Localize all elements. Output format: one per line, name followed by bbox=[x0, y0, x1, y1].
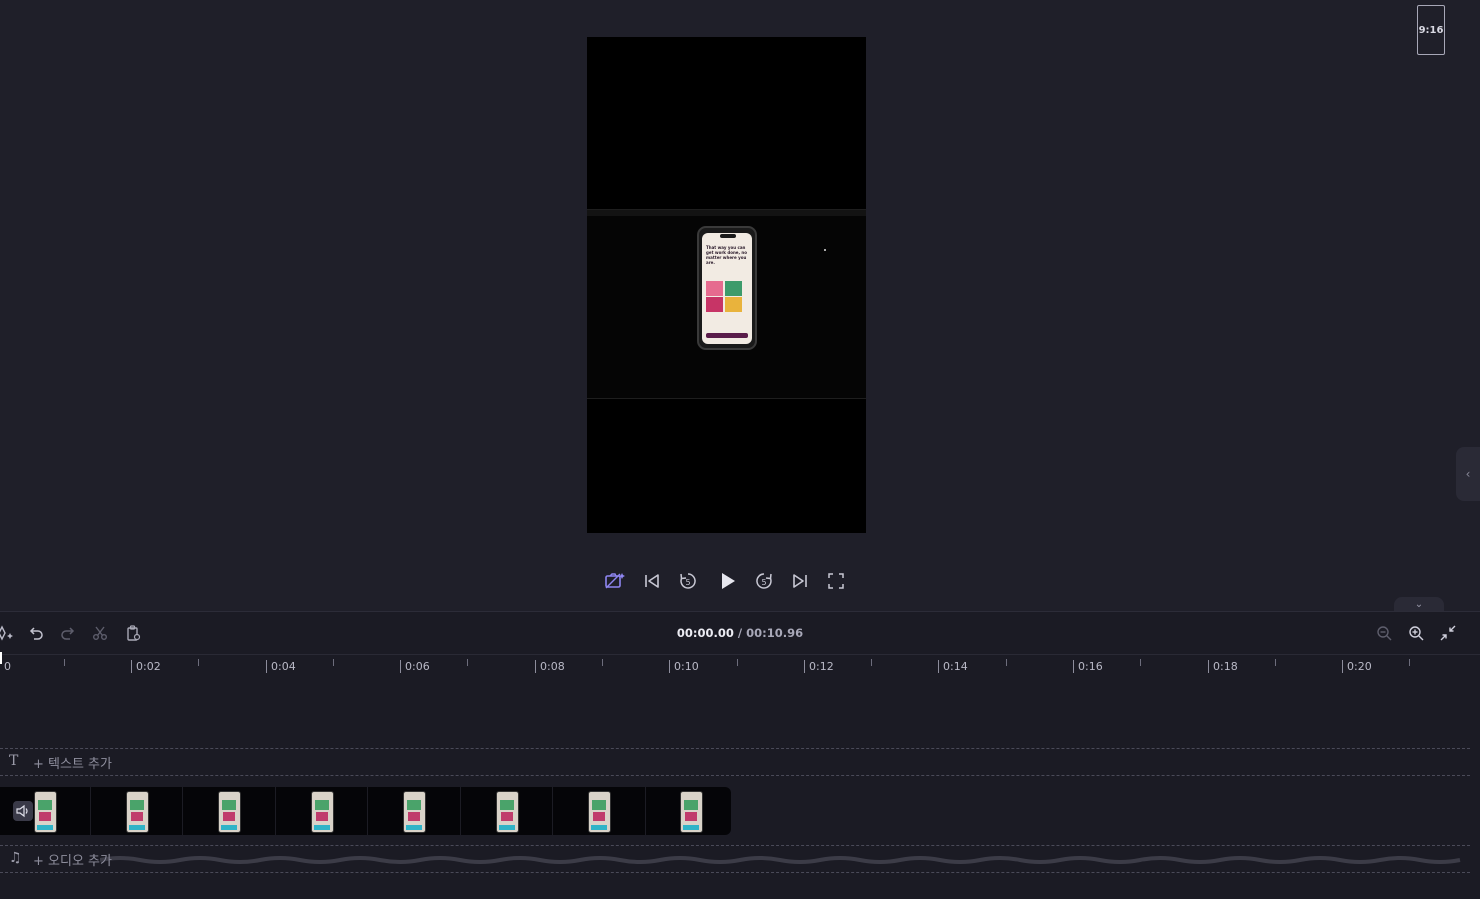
music-note-icon: ♫ bbox=[9, 850, 22, 866]
illustration-tile bbox=[706, 281, 723, 296]
play-button[interactable] bbox=[714, 568, 740, 594]
thumbnail-divider bbox=[552, 787, 553, 835]
ruler-minor-tick bbox=[871, 659, 872, 666]
thumbnail-divider bbox=[275, 787, 276, 835]
clip-thumbnail bbox=[218, 791, 241, 833]
clip-thumbnail bbox=[496, 791, 519, 833]
skip-forward-button[interactable] bbox=[787, 568, 813, 594]
fullscreen-icon bbox=[828, 573, 844, 589]
side-panel-toggle[interactable]: ‹ bbox=[1456, 447, 1480, 501]
clip-thumbnail bbox=[311, 791, 334, 833]
audio-waveform-placeholder bbox=[100, 856, 1461, 864]
phone-cta-button bbox=[706, 333, 748, 338]
phone-headline: That way you can get work done, no matte… bbox=[706, 245, 748, 265]
video-frame: That way you can get work done, no matte… bbox=[587, 209, 866, 399]
collapse-arrows-icon bbox=[1440, 625, 1456, 641]
ruler-minor-tick bbox=[1006, 659, 1007, 666]
timeline-toolbar: 00:00.00 / 00:10.96 bbox=[0, 612, 1480, 655]
text-icon: T bbox=[9, 753, 19, 769]
clip-thumbnail bbox=[680, 791, 703, 833]
clip-thumbnail bbox=[34, 791, 57, 833]
illustration-tile bbox=[706, 297, 723, 312]
phone-notch bbox=[720, 234, 736, 238]
video-clip[interactable] bbox=[0, 787, 731, 835]
skip-back-icon bbox=[645, 574, 659, 588]
ruler-minor-tick bbox=[602, 659, 603, 666]
rewind-label: 5 bbox=[685, 578, 690, 587]
aspect-ratio-button[interactable]: 9:16 bbox=[1417, 5, 1445, 55]
video-preview-canvas[interactable]: That way you can get work done, no matte… bbox=[587, 37, 866, 533]
thumbnail-divider bbox=[367, 787, 368, 835]
ruler-minor-tick bbox=[737, 659, 738, 666]
timecode-display: 00:00.00 / 00:10.96 bbox=[0, 626, 1480, 640]
ruler-label: 0:02 bbox=[131, 660, 161, 673]
chevron-down-icon: ⌄ bbox=[1414, 598, 1424, 610]
ruler-label: 0:14 bbox=[938, 660, 968, 673]
thumbnail-divider bbox=[460, 787, 461, 835]
timeline-collapse-button[interactable]: ⌄ bbox=[1394, 597, 1444, 611]
forward-5-icon: 5 bbox=[756, 573, 772, 589]
fit-timeline-button[interactable] bbox=[1437, 622, 1459, 644]
skip-back-button[interactable] bbox=[639, 568, 665, 594]
phone-screen: That way you can get work done, no matte… bbox=[702, 233, 752, 344]
time-separator: / bbox=[733, 626, 747, 640]
timeline-panel: 00:00.00 / 00:10.96 0 0:02 0:04 0:06 0:0… bbox=[0, 611, 1480, 899]
ruler-label: 0:18 bbox=[1208, 660, 1238, 673]
thumbnail-divider bbox=[182, 787, 183, 835]
forward-5-button[interactable]: 5 bbox=[751, 568, 777, 594]
illustration-tile bbox=[725, 297, 742, 312]
text-track-lane[interactable]: T + 텍스트 추가 bbox=[0, 748, 1470, 776]
ruler-minor-tick bbox=[1140, 659, 1141, 666]
ruler-label: 0:12 bbox=[804, 660, 834, 673]
ruler-minor-tick bbox=[64, 659, 65, 666]
ruler-minor-tick bbox=[1275, 659, 1276, 666]
ruler-minor-tick bbox=[467, 659, 468, 666]
thumbnail-divider bbox=[645, 787, 646, 835]
ruler-label: 0:06 bbox=[400, 660, 430, 673]
clip-thumbnail bbox=[588, 791, 611, 833]
rewind-5-button[interactable]: 5 bbox=[675, 568, 701, 594]
zoom-out-icon bbox=[1377, 626, 1392, 641]
fullscreen-button[interactable] bbox=[823, 568, 849, 594]
zoom-out-button[interactable] bbox=[1373, 622, 1395, 644]
rewind-5-icon: 5 bbox=[680, 573, 696, 589]
clip-thumbnail bbox=[126, 791, 149, 833]
ruler-minor-tick bbox=[1409, 659, 1410, 666]
play-icon bbox=[722, 573, 735, 589]
zoom-in-button[interactable] bbox=[1405, 622, 1427, 644]
clip-volume-button[interactable] bbox=[13, 801, 33, 821]
ruler-label: 0:16 bbox=[1073, 660, 1103, 673]
cursor-dot bbox=[824, 249, 826, 251]
time-ruler[interactable]: 0 0:02 0:04 0:06 0:08 0:10 0:12 0:14 0:1… bbox=[0, 654, 1480, 678]
skip-forward-icon bbox=[793, 574, 807, 588]
illustration-tile bbox=[725, 281, 742, 296]
current-time: 00:00.00 bbox=[676, 626, 734, 640]
ruler-minor-tick bbox=[198, 659, 199, 666]
chevron-left-icon: ‹ bbox=[1465, 467, 1471, 481]
ai-camera-button[interactable] bbox=[602, 568, 628, 594]
add-text-label[interactable]: + 텍스트 추가 bbox=[33, 753, 112, 772]
clip-thumbnail bbox=[403, 791, 426, 833]
ruler-label: 0:04 bbox=[266, 660, 296, 673]
speaker-icon bbox=[16, 804, 28, 818]
playhead[interactable] bbox=[0, 652, 2, 664]
total-duration: 00:10.96 bbox=[746, 626, 804, 640]
phone-mockup: That way you can get work done, no matte… bbox=[697, 226, 757, 350]
ruler-minor-tick bbox=[333, 659, 334, 666]
zoom-in-icon bbox=[1409, 626, 1424, 641]
ruler-label: 0:20 bbox=[1342, 660, 1372, 673]
ruler-label: 0:10 bbox=[669, 660, 699, 673]
ai-camera-icon bbox=[605, 573, 625, 589]
browser-tab-strip bbox=[587, 210, 866, 216]
thumbnail-divider bbox=[90, 787, 91, 835]
forward-label: 5 bbox=[761, 578, 766, 587]
ruler-label: 0:08 bbox=[535, 660, 565, 673]
